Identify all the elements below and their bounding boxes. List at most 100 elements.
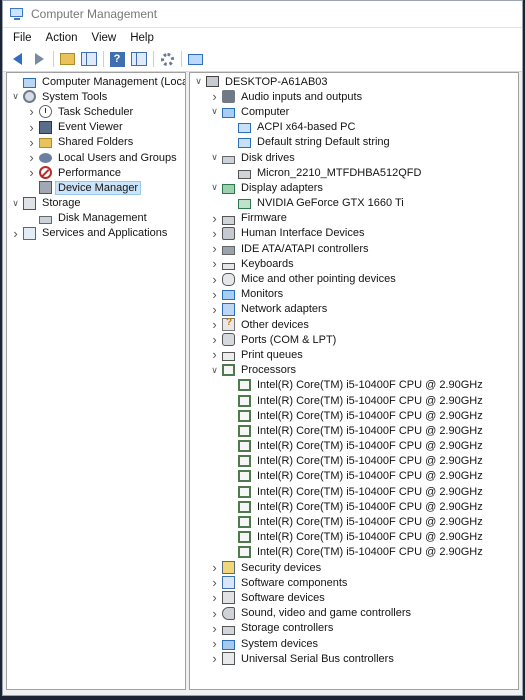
tree-item-audio-inputs-and-outputs[interactable]: › Audio inputs and outputs <box>190 89 518 104</box>
tree-item-host-computer[interactable]: ∨ DESKTOP-A61AB03 <box>190 74 518 89</box>
tree-item-default-string-default-string[interactable]: · Default string Default string <box>190 135 518 150</box>
tree-item-event-viewer[interactable]: › Event Viewer <box>7 120 185 135</box>
chevron-down-icon[interactable]: ∨ <box>210 104 219 119</box>
tree-item-disk-management[interactable]: · Disk Management <box>7 211 185 226</box>
tree-item-keyboards[interactable]: › Keyboards <box>190 256 518 271</box>
tree-item-computer[interactable]: ∨ Computer <box>190 104 518 119</box>
tree-item-display-adapters[interactable]: ∨ Display adapters <box>190 180 518 195</box>
tree-item-human-interface-devices[interactable]: › Human Interface Devices <box>190 226 518 241</box>
chevron-right-icon[interactable]: › <box>27 165 36 180</box>
chevron-down-icon[interactable]: ∨ <box>11 196 20 211</box>
tree-item-intel-r-core-tm-i5-10400f-cpu-2-90ghz[interactable]: · Intel(R) Core(TM) i5-10400F CPU @ 2.90G… <box>190 484 518 499</box>
chevron-right-icon[interactable]: › <box>210 560 219 575</box>
chevron-down-icon[interactable]: ∨ <box>11 89 20 104</box>
tree-item-device-manager[interactable]: · Device Manager <box>7 180 185 195</box>
tree-item-ide-ata-atapi-controllers[interactable]: › IDE ATA/ATAPI controllers <box>190 241 518 256</box>
chevron-right-icon[interactable]: › <box>11 226 20 241</box>
tree-item-software-components[interactable]: › Software components <box>190 575 518 590</box>
tree-item-label: Monitors <box>241 288 284 301</box>
device-manager-pane[interactable]: ∨ DESKTOP-A61AB03 › Audio inputs and output… <box>189 72 519 690</box>
show-hide-tree-button[interactable] <box>80 50 98 68</box>
chevron-right-icon[interactable]: › <box>210 636 219 651</box>
tree-item-intel-r-core-tm-i5-10400f-cpu-2-90ghz[interactable]: · Intel(R) Core(TM) i5-10400F CPU @ 2.90G… <box>190 393 518 408</box>
tree-item-label: Universal Serial Bus controllers <box>241 652 394 665</box>
chevron-right-icon[interactable]: › <box>210 256 219 271</box>
processor-icon <box>238 470 251 483</box>
tree-item-firmware[interactable]: › Firmware <box>190 211 518 226</box>
chevron-right-icon[interactable]: › <box>27 120 36 135</box>
tree-item-shared-folders[interactable]: › Shared Folders <box>7 135 185 150</box>
menu-file[interactable]: File <box>6 32 39 44</box>
tree-item-monitors[interactable]: › Monitors <box>190 287 518 302</box>
tree-item-intel-r-core-tm-i5-10400f-cpu-2-90ghz[interactable]: · Intel(R) Core(TM) i5-10400F CPU @ 2.90G… <box>190 469 518 484</box>
tree-item-intel-r-core-tm-i5-10400f-cpu-2-90ghz[interactable]: · Intel(R) Core(TM) i5-10400F CPU @ 2.90G… <box>190 514 518 529</box>
tree-item-processors[interactable]: ∨ Processors <box>190 363 518 378</box>
chevron-right-icon[interactable]: › <box>210 621 219 636</box>
chevron-right-icon[interactable]: › <box>210 89 219 104</box>
tree-item-task-scheduler[interactable]: › Task Scheduler <box>7 104 185 119</box>
help-button[interactable]: ? <box>108 50 126 68</box>
chevron-right-icon[interactable]: › <box>27 150 36 165</box>
chevron-right-icon[interactable]: › <box>210 211 219 226</box>
tree-item-mice-and-other-pointing-devices[interactable]: › Mice and other pointing devices <box>190 271 518 287</box>
menu-help[interactable]: Help <box>123 32 161 44</box>
menu-action[interactable]: Action <box>39 32 85 44</box>
tree-item-print-queues[interactable]: › Print queues <box>190 347 518 362</box>
back-button[interactable] <box>8 50 26 68</box>
tree-item-local-users-and-groups[interactable]: › Local Users and Groups <box>7 150 185 165</box>
back-icon <box>12 53 22 65</box>
show-action-pane-button[interactable] <box>130 50 148 68</box>
properties-button[interactable] <box>158 50 176 68</box>
tree-item-services-and-applications[interactable]: › Services and Applications <box>7 226 185 241</box>
tree-item-system-tools[interactable]: ∨ System Tools <box>7 89 185 104</box>
tree-item-intel-r-core-tm-i5-10400f-cpu-2-90ghz[interactable]: · Intel(R) Core(TM) i5-10400F CPU @ 2.90G… <box>190 408 518 423</box>
chevron-right-icon[interactable]: › <box>210 606 219 621</box>
tree-item-ports-com-lpt[interactable]: › Ports (COM & LPT) <box>190 332 518 347</box>
chevron-right-icon[interactable]: › <box>210 317 219 332</box>
tree-item-system-devices[interactable]: › System devices <box>190 636 518 651</box>
tree-item-micron-2210-mtfdhba512qfd[interactable]: · Micron_2210_MTFDHBA512QFD <box>190 165 518 180</box>
chevron-down-icon[interactable]: ∨ <box>210 363 219 378</box>
update-driver-button[interactable] <box>186 50 204 68</box>
tree-item-disk-drives[interactable]: ∨ Disk drives <box>190 150 518 165</box>
tree-item-intel-r-core-tm-i5-10400f-cpu-2-90ghz[interactable]: · Intel(R) Core(TM) i5-10400F CPU @ 2.90G… <box>190 439 518 454</box>
tree-item-storage-controllers[interactable]: › Storage controllers <box>190 621 518 636</box>
tree-item-intel-r-core-tm-i5-10400f-cpu-2-90ghz[interactable]: · Intel(R) Core(TM) i5-10400F CPU @ 2.90G… <box>190 454 518 469</box>
tree-item-universal-serial-bus-controllers[interactable]: › Universal Serial Bus controllers <box>190 651 518 666</box>
up-one-level-button[interactable] <box>58 50 76 68</box>
tree-item-performance[interactable]: › Performance <box>7 165 185 180</box>
chevron-right-icon[interactable]: › <box>210 347 219 362</box>
chevron-right-icon[interactable]: › <box>210 287 219 302</box>
chevron-right-icon[interactable]: › <box>210 332 219 347</box>
chevron-down-icon[interactable]: ∨ <box>210 150 219 165</box>
tree-item-sound-video-and-game-controllers[interactable]: › Sound, video and game controllers <box>190 606 518 621</box>
tree-item-label: Security devices <box>241 561 322 574</box>
tree-item-security-devices[interactable]: › Security devices <box>190 560 518 575</box>
forward-button[interactable] <box>30 50 48 68</box>
chevron-down-icon[interactable]: ∨ <box>194 74 203 89</box>
chevron-right-icon[interactable]: › <box>27 104 36 119</box>
tree-item-intel-r-core-tm-i5-10400f-cpu-2-90ghz[interactable]: · Intel(R) Core(TM) i5-10400F CPU @ 2.90G… <box>190 499 518 514</box>
chevron-down-icon[interactable]: ∨ <box>210 180 219 195</box>
tree-item-intel-r-core-tm-i5-10400f-cpu-2-90ghz[interactable]: · Intel(R) Core(TM) i5-10400F CPU @ 2.90G… <box>190 545 518 560</box>
tree-item-network-adapters[interactable]: › Network adapters <box>190 302 518 317</box>
chevron-right-icon[interactable]: › <box>210 575 219 590</box>
chevron-right-icon[interactable]: › <box>210 272 219 287</box>
tree-item-software-devices[interactable]: › Software devices <box>190 590 518 605</box>
chevron-right-icon[interactable]: › <box>210 241 219 256</box>
chevron-right-icon[interactable]: › <box>27 135 36 150</box>
tree-item-nvidia-geforce-gtx-1660-ti[interactable]: · NVIDIA GeForce GTX 1660 Ti <box>190 196 518 211</box>
console-tree-pane[interactable]: · Computer Management (Local) ∨ System Tool… <box>6 72 186 690</box>
tree-item-intel-r-core-tm-i5-10400f-cpu-2-90ghz[interactable]: · Intel(R) Core(TM) i5-10400F CPU @ 2.90G… <box>190 378 518 393</box>
tree-item-acpi-x64-based-pc[interactable]: · ACPI x64-based PC <box>190 120 518 135</box>
chevron-right-icon[interactable]: › <box>210 226 219 241</box>
tree-item-intel-r-core-tm-i5-10400f-cpu-2-90ghz[interactable]: · Intel(R) Core(TM) i5-10400F CPU @ 2.90G… <box>190 530 518 545</box>
tree-item-storage[interactable]: ∨ Storage <box>7 196 185 211</box>
tree-item-other-devices[interactable]: › Other devices <box>190 317 518 332</box>
chevron-right-icon[interactable]: › <box>210 302 219 317</box>
menu-view[interactable]: View <box>85 32 124 44</box>
tree-item-intel-r-core-tm-i5-10400f-cpu-2-90ghz[interactable]: · Intel(R) Core(TM) i5-10400F CPU @ 2.90G… <box>190 423 518 438</box>
chevron-right-icon[interactable]: › <box>210 651 219 666</box>
chevron-right-icon[interactable]: › <box>210 590 219 605</box>
tree-item-computer-management-local[interactable]: · Computer Management (Local) <box>7 74 185 89</box>
